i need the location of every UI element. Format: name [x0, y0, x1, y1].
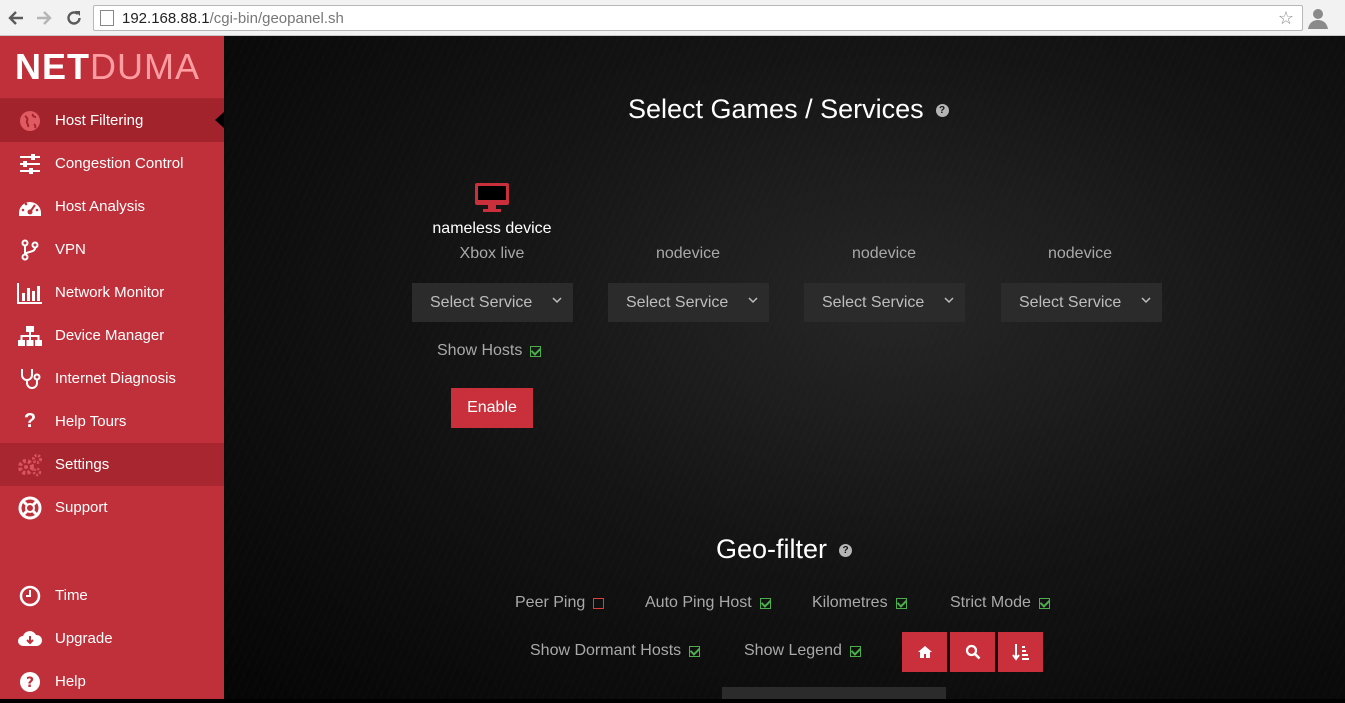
sidebar-item-label: Congestion Control [55, 155, 184, 172]
games-title: Select Games / Services? [628, 94, 949, 125]
help-circle-icon: ? [17, 669, 43, 695]
select-service-3[interactable]: Select Service [804, 283, 965, 322]
sidebar-item-host-analysis[interactable]: Host Analysis [0, 185, 224, 228]
branch-icon [17, 237, 43, 263]
sidebar-item-help[interactable]: ? Help [0, 660, 224, 703]
sidebar-item-label: Help Tours [55, 413, 127, 430]
address-bar[interactable]: 192.168.88.1/cgi-bin/geopanel.sh ☆ [93, 5, 1303, 31]
checkbox-checked-icon[interactable] [1038, 597, 1050, 609]
device-name: nameless device [432, 220, 552, 237]
netduma-logo[interactable]: NET DUMA [0, 36, 224, 99]
browser-toolbar: 192.168.88.1/cgi-bin/geopanel.sh ☆ [0, 0, 1345, 36]
main-content: Select Games / Services? nameless device… [224, 36, 1345, 699]
user-profile-icon[interactable] [1306, 6, 1330, 30]
device-service: nodevice [655, 245, 721, 262]
sidebar-item-network-monitor[interactable]: Network Monitor [0, 271, 224, 314]
select-service-4[interactable]: Select Service [1001, 283, 1162, 322]
auto-ping-host-toggle[interactable]: Auto Ping Host [645, 594, 771, 612]
sidebar-item-congestion-control[interactable]: Congestion Control [0, 142, 224, 185]
back-arrow-icon[interactable] [4, 6, 28, 30]
sitemap-icon [17, 323, 43, 349]
sidebar-item-label: Device Manager [55, 327, 165, 344]
checkbox-checked-icon[interactable] [689, 645, 701, 657]
show-hosts-toggle[interactable]: Show Hosts [437, 342, 542, 360]
sidebar-item-time[interactable]: Time [0, 574, 224, 617]
device-service: nodevice [851, 245, 917, 262]
sidebar-item-internet-diagnosis[interactable]: Internet Diagnosis [0, 357, 224, 400]
geo-filter-title: Geo-filter? [716, 534, 853, 565]
sidebar-item-label: Internet Diagnosis [55, 370, 176, 387]
dashboard-icon [17, 194, 43, 220]
gears-icon [17, 452, 43, 478]
globe-icon [17, 108, 43, 134]
home-button[interactable] [902, 632, 947, 672]
strict-mode-toggle[interactable]: Strict Mode [950, 594, 1050, 612]
stethoscope-icon [17, 366, 43, 392]
search-icon [965, 644, 980, 660]
device-column-1: nameless device [402, 220, 582, 238]
monitor-icon[interactable] [474, 182, 510, 219]
chevron-down-icon [748, 297, 758, 304]
forward-arrow-icon[interactable] [32, 6, 56, 30]
checkbox-checked-icon[interactable] [759, 597, 771, 609]
sidebar-item-label: Settings [55, 456, 110, 473]
peer-ping-toggle[interactable]: Peer Ping [515, 594, 605, 612]
sidebar-item-settings[interactable]: Settings [0, 443, 224, 486]
checkbox-checked-icon[interactable] [849, 645, 861, 657]
lifebuoy-icon [17, 495, 43, 521]
sidebar-item-label: Time [55, 587, 88, 604]
show-legend-toggle[interactable]: Show Legend [744, 642, 861, 660]
clock-icon [17, 583, 43, 609]
device-service: Xbox live [459, 245, 525, 262]
sliders-icon [17, 151, 43, 177]
sidebar-item-vpn[interactable]: VPN [0, 228, 224, 271]
checkbox-unchecked-icon[interactable] [593, 597, 605, 609]
page-icon [100, 10, 114, 26]
sidebar-item-label: Network Monitor [55, 284, 165, 301]
bar-chart-icon [17, 280, 43, 306]
chevron-down-icon [1141, 297, 1151, 304]
svg-text:?: ? [26, 675, 34, 691]
reload-icon[interactable] [62, 6, 86, 30]
chevron-down-icon [552, 297, 562, 304]
url-host: 192.168.88.1 [122, 9, 210, 27]
sort-button[interactable] [998, 632, 1043, 672]
chevron-down-icon [944, 297, 954, 304]
sidebar-item-help-tours[interactable]: ? Help Tours [0, 400, 224, 443]
sidebar-item-upgrade[interactable]: Upgrade [0, 617, 224, 660]
sidebar-item-label: Host Analysis [55, 198, 146, 215]
enable-button[interactable]: Enable [451, 388, 533, 428]
sidebar-item-label: Upgrade [55, 630, 113, 647]
sidebar-item-host-filtering[interactable]: Host Filtering [0, 99, 224, 142]
device-column-2: nodevice [598, 245, 778, 263]
help-icon[interactable]: ? [839, 544, 853, 558]
sidebar-item-support[interactable]: Support [0, 486, 224, 529]
checkbox-checked-icon[interactable] [530, 345, 542, 357]
sort-amount-icon [1011, 644, 1029, 661]
cloud-download-icon [17, 626, 43, 652]
select-service-2[interactable]: Select Service [608, 283, 769, 322]
device-column-4: nodevice [990, 245, 1170, 263]
home-icon [917, 646, 932, 658]
url-path: /cgi-bin/geopanel.sh [209, 9, 344, 27]
kilometres-toggle[interactable]: Kilometres [812, 594, 907, 612]
sidebar-item-label: Help [55, 673, 86, 690]
sidebar-item-label: Support [55, 499, 108, 516]
question-icon: ? [23, 410, 37, 432]
select-service-1[interactable]: Select Service [412, 283, 573, 322]
device-column-3: nodevice [794, 245, 974, 263]
show-dormant-hosts-toggle[interactable]: Show Dormant Hosts [530, 642, 701, 660]
sidebar-item-label: Host Filtering [55, 112, 144, 129]
geo-map-panel-edge [722, 687, 946, 699]
sidebar-item-label: VPN [55, 241, 86, 258]
sidebar-item-device-manager[interactable]: Device Manager [0, 314, 224, 357]
device-service: nodevice [1047, 245, 1113, 262]
search-button[interactable] [950, 632, 995, 672]
checkbox-checked-icon[interactable] [895, 597, 907, 609]
bookmark-star-icon[interactable]: ☆ [1278, 8, 1294, 29]
device-column-1-sub: Xbox live [402, 245, 582, 263]
help-icon[interactable]: ? [935, 104, 949, 118]
sidebar: NET DUMA Host Filtering Congestion Contro… [0, 36, 224, 699]
